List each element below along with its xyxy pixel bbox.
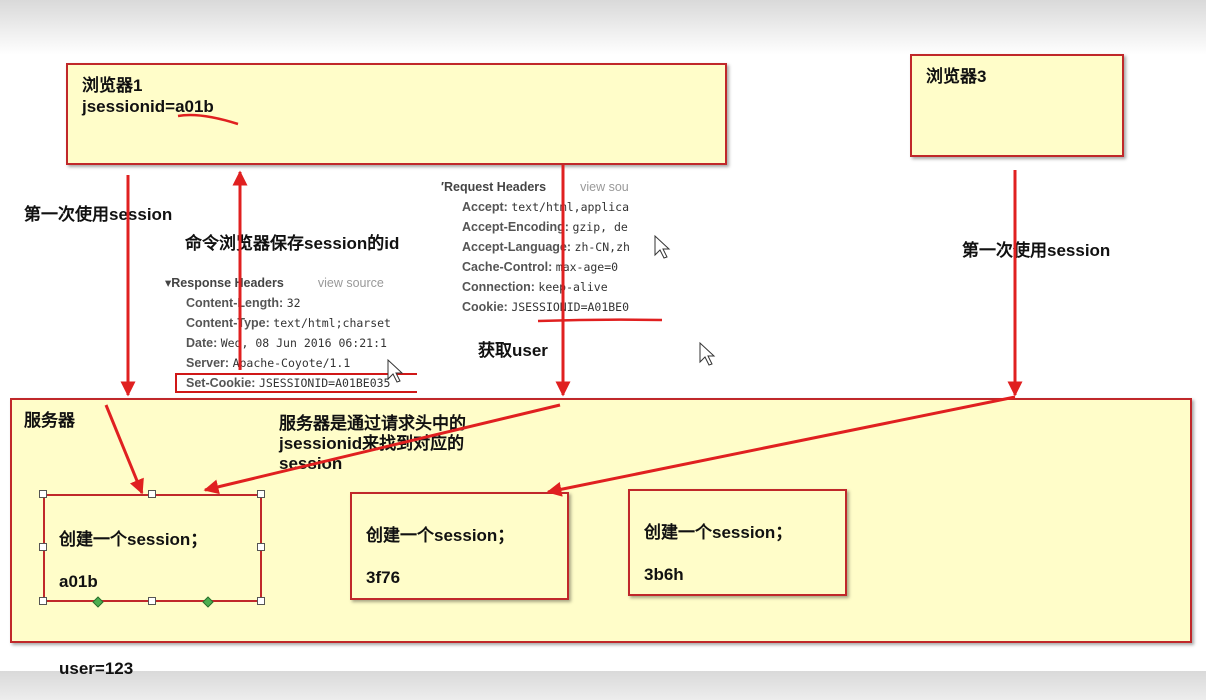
response-headers-title: ▾Response Headers view source — [165, 276, 384, 290]
resize-handle-icon[interactable] — [39, 597, 47, 605]
response-view-source-link[interactable]: view source — [318, 276, 384, 290]
browser1-jsessionid: jsessionid=a01b — [82, 97, 214, 116]
browser1-title: 浏览器1 — [82, 76, 143, 95]
request-headers-title: ′Request Headers view sou — [441, 180, 629, 194]
response-header-row: Server: Apache-Coyote/1.1 — [186, 356, 351, 370]
session-box-3f76: 创建一个session； 3f76 — [350, 492, 569, 600]
cookie-row: Cookie: JSESSIONID=A01BE0 — [462, 300, 630, 314]
request-header-row: Accept: text/html,applica — [462, 200, 630, 214]
browser3-title: 浏览器3 — [926, 67, 987, 86]
response-headers-panel: ▾Response Headers view source Content-Len… — [165, 273, 417, 397]
resize-handle-icon[interactable] — [39, 543, 47, 551]
resize-handle-icon[interactable] — [148, 597, 156, 605]
session-a01b-text: 创建一个session； a01b user=123 — [59, 508, 207, 700]
underline-cookie — [537, 318, 663, 323]
request-header-row: Accept-Encoding: gzip, de — [462, 220, 628, 234]
resize-handle-icon[interactable] — [257, 543, 265, 551]
first-use-label-right: 第一次使用session — [962, 241, 1111, 260]
session-3b6h-text: 创建一个session； 3b6h — [644, 501, 792, 606]
session-3b6h-line2: 3b6h — [644, 565, 684, 584]
resize-handle-icon[interactable] — [148, 490, 156, 498]
session-box-3b6h: 创建一个session； 3b6h — [628, 489, 847, 596]
session-box-a01b[interactable]: 创建一个session； a01b user=123 — [43, 494, 262, 678]
resize-handle-icon[interactable] — [257, 490, 265, 498]
request-header-row: Connection: keep-alive — [462, 280, 608, 294]
server-title: 服务器 — [24, 411, 75, 430]
first-use-label-left: 第一次使用session — [24, 205, 173, 224]
session-a01b-line3: user=123 — [59, 659, 134, 678]
response-header-row: Date: Wed, 08 Jun 2016 06:21:1 — [186, 336, 387, 350]
cursor-icon — [699, 341, 716, 366]
session-a01b-line2: a01b — [59, 572, 98, 591]
browser1-text: 浏览器1 jsessionid=a01b — [82, 75, 214, 117]
resize-handle-icon[interactable] — [39, 490, 47, 498]
browser3-box: 浏览器3 — [910, 54, 1124, 157]
session-3b6h-line1: 创建一个session； — [644, 523, 793, 542]
response-header-row: Content-Type: text/html;charset — [186, 316, 391, 330]
request-header-row: Accept-Language: zh-CN,zh — [462, 240, 630, 254]
server-note-label: 服务器是通过请求头中的jsessionid来找到对应的session — [279, 414, 466, 473]
request-headers-panel: ′Request Headers view sou Accept: text/ht… — [441, 177, 681, 319]
request-view-source-link[interactable]: view sou — [580, 180, 629, 194]
session-3f76-line2: 3f76 — [366, 568, 401, 587]
session-3f76-line1: 创建一个session； — [366, 526, 515, 545]
browser1-box: 浏览器1 jsessionid=a01b — [66, 63, 727, 165]
response-header-row: Content-Length: 32 — [186, 296, 301, 310]
resize-handle-icon[interactable] — [257, 597, 265, 605]
session-a01b-line1: 创建一个session； — [59, 530, 208, 549]
set-cookie-row: Set-Cookie: JSESSIONID=A01BE035 — [175, 373, 417, 393]
command-save-label: 命令浏览器保存session的id — [185, 234, 400, 253]
session-3f76-text: 创建一个session； 3f76 — [366, 504, 514, 609]
get-user-label: 获取user — [478, 341, 548, 360]
request-header-row: Cache-Control: max-age=0 — [462, 260, 619, 274]
